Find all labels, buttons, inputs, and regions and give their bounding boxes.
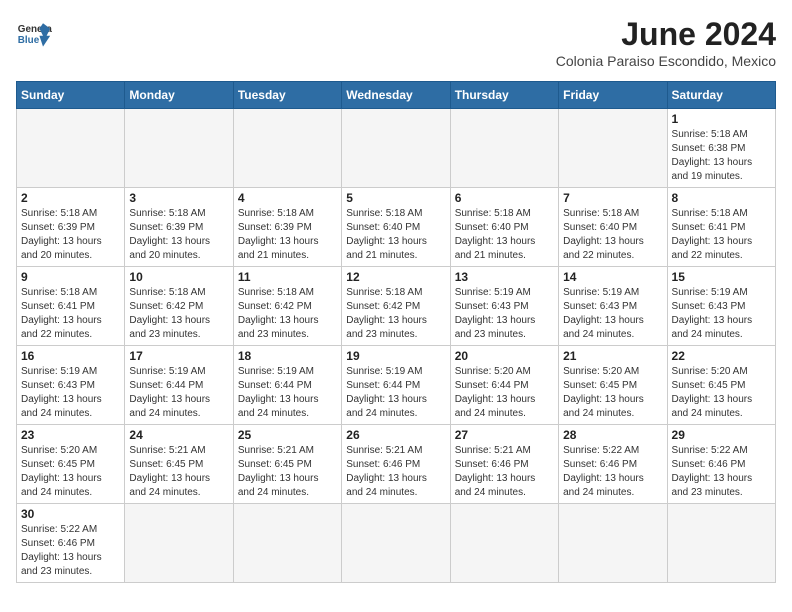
calendar-table: Sunday Monday Tuesday Wednesday Thursday… bbox=[16, 81, 776, 583]
day-3: 3 Sunrise: 5:18 AM Sunset: 6:39 PM Dayli… bbox=[125, 188, 233, 267]
calendar-row-1: 1 Sunrise: 5:18 AM Sunset: 6:38 PM Dayli… bbox=[17, 109, 776, 188]
day-24: 24 Sunrise: 5:21 AM Sunset: 6:45 PM Dayl… bbox=[125, 425, 233, 504]
day-empty-r6-6 bbox=[559, 504, 667, 583]
day-21: 21 Sunrise: 5:20 AM Sunset: 6:45 PM Dayl… bbox=[559, 346, 667, 425]
day-empty-6 bbox=[559, 109, 667, 188]
day-17: 17 Sunrise: 5:19 AM Sunset: 6:44 PM Dayl… bbox=[125, 346, 233, 425]
logo-icon: General Blue bbox=[16, 16, 52, 52]
day-26: 26 Sunrise: 5:21 AM Sunset: 6:46 PM Dayl… bbox=[342, 425, 450, 504]
day-empty-2 bbox=[125, 109, 233, 188]
day-23: 23 Sunrise: 5:20 AM Sunset: 6:45 PM Dayl… bbox=[17, 425, 125, 504]
day-9: 9 Sunrise: 5:18 AM Sunset: 6:41 PM Dayli… bbox=[17, 267, 125, 346]
day-7: 7 Sunrise: 5:18 AM Sunset: 6:40 PM Dayli… bbox=[559, 188, 667, 267]
day-1-info: Sunrise: 5:18 AM Sunset: 6:38 PM Dayligh… bbox=[672, 128, 771, 184]
header-monday: Monday bbox=[125, 82, 233, 109]
logo: General Blue bbox=[16, 16, 52, 52]
day-29: 29 Sunrise: 5:22 AM Sunset: 6:46 PM Dayl… bbox=[667, 425, 775, 504]
calendar-row-4: 16 Sunrise: 5:19 AM Sunset: 6:43 PM Dayl… bbox=[17, 346, 776, 425]
calendar-row-6: 30 Sunrise: 5:22 AM Sunset: 6:46 PM Dayl… bbox=[17, 504, 776, 583]
day-10: 10 Sunrise: 5:18 AM Sunset: 6:42 PM Dayl… bbox=[125, 267, 233, 346]
day-8: 8 Sunrise: 5:18 AM Sunset: 6:41 PM Dayli… bbox=[667, 188, 775, 267]
day-16: 16 Sunrise: 5:19 AM Sunset: 6:43 PM Dayl… bbox=[17, 346, 125, 425]
day-15: 15 Sunrise: 5:19 AM Sunset: 6:43 PM Dayl… bbox=[667, 267, 775, 346]
title-area: June 2024 Colonia Paraiso Escondido, Mex… bbox=[556, 16, 776, 69]
day-27: 27 Sunrise: 5:21 AM Sunset: 6:46 PM Dayl… bbox=[450, 425, 558, 504]
day-empty-r6-5 bbox=[450, 504, 558, 583]
day-25: 25 Sunrise: 5:21 AM Sunset: 6:45 PM Dayl… bbox=[233, 425, 341, 504]
day-empty-r6-4 bbox=[342, 504, 450, 583]
day-empty-1 bbox=[17, 109, 125, 188]
day-20: 20 Sunrise: 5:20 AM Sunset: 6:44 PM Dayl… bbox=[450, 346, 558, 425]
day-28: 28 Sunrise: 5:22 AM Sunset: 6:46 PM Dayl… bbox=[559, 425, 667, 504]
svg-text:Blue: Blue bbox=[18, 35, 40, 46]
calendar-row-3: 9 Sunrise: 5:18 AM Sunset: 6:41 PM Dayli… bbox=[17, 267, 776, 346]
day-14: 14 Sunrise: 5:19 AM Sunset: 6:43 PM Dayl… bbox=[559, 267, 667, 346]
calendar-row-2: 2 Sunrise: 5:18 AM Sunset: 6:39 PM Dayli… bbox=[17, 188, 776, 267]
day-13: 13 Sunrise: 5:19 AM Sunset: 6:43 PM Dayl… bbox=[450, 267, 558, 346]
day-19: 19 Sunrise: 5:19 AM Sunset: 6:44 PM Dayl… bbox=[342, 346, 450, 425]
day-4: 4 Sunrise: 5:18 AM Sunset: 6:39 PM Dayli… bbox=[233, 188, 341, 267]
weekday-header-row: Sunday Monday Tuesday Wednesday Thursday… bbox=[17, 82, 776, 109]
day-12: 12 Sunrise: 5:18 AM Sunset: 6:42 PM Dayl… bbox=[342, 267, 450, 346]
header-thursday: Thursday bbox=[450, 82, 558, 109]
header-wednesday: Wednesday bbox=[342, 82, 450, 109]
day-1: 1 Sunrise: 5:18 AM Sunset: 6:38 PM Dayli… bbox=[667, 109, 775, 188]
day-empty-r6-3 bbox=[233, 504, 341, 583]
day-30: 30 Sunrise: 5:22 AM Sunset: 6:46 PM Dayl… bbox=[17, 504, 125, 583]
header-sunday: Sunday bbox=[17, 82, 125, 109]
day-empty-3 bbox=[233, 109, 341, 188]
day-6: 6 Sunrise: 5:18 AM Sunset: 6:40 PM Dayli… bbox=[450, 188, 558, 267]
day-empty-r6-2 bbox=[125, 504, 233, 583]
day-22: 22 Sunrise: 5:20 AM Sunset: 6:45 PM Dayl… bbox=[667, 346, 775, 425]
day-2: 2 Sunrise: 5:18 AM Sunset: 6:39 PM Dayli… bbox=[17, 188, 125, 267]
header-friday: Friday bbox=[559, 82, 667, 109]
calendar-row-5: 23 Sunrise: 5:20 AM Sunset: 6:45 PM Dayl… bbox=[17, 425, 776, 504]
day-11: 11 Sunrise: 5:18 AM Sunset: 6:42 PM Dayl… bbox=[233, 267, 341, 346]
header-tuesday: Tuesday bbox=[233, 82, 341, 109]
location-subtitle: Colonia Paraiso Escondido, Mexico bbox=[556, 53, 776, 69]
header-saturday: Saturday bbox=[667, 82, 775, 109]
month-title: June 2024 bbox=[556, 16, 776, 53]
day-5: 5 Sunrise: 5:18 AM Sunset: 6:40 PM Dayli… bbox=[342, 188, 450, 267]
day-empty-4 bbox=[342, 109, 450, 188]
day-18: 18 Sunrise: 5:19 AM Sunset: 6:44 PM Dayl… bbox=[233, 346, 341, 425]
header: General Blue June 2024 Colonia Paraiso E… bbox=[16, 16, 776, 69]
day-empty-5 bbox=[450, 109, 558, 188]
day-empty-r6-7 bbox=[667, 504, 775, 583]
